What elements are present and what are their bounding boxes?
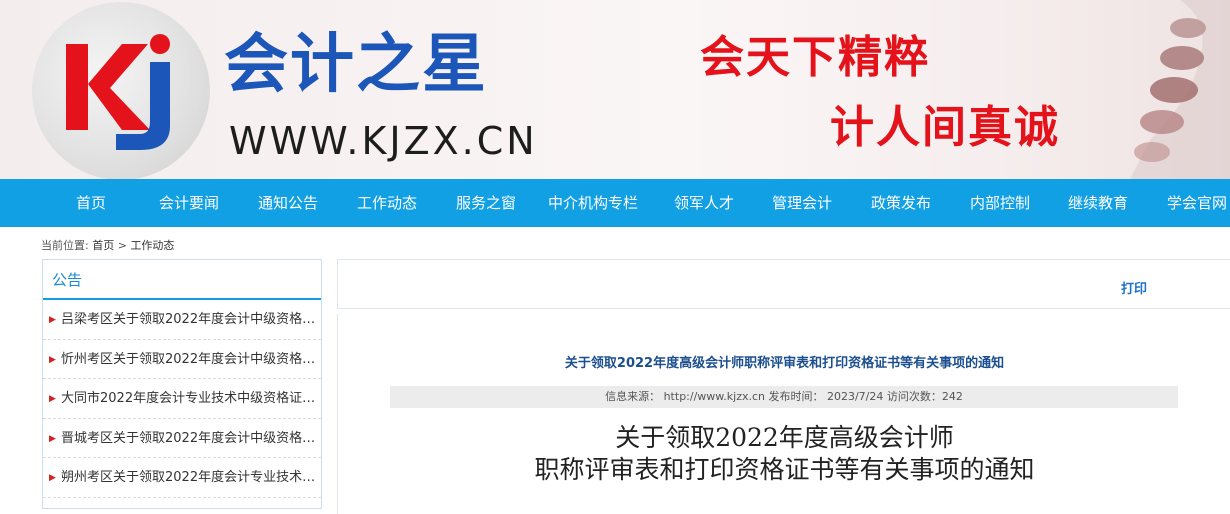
nav-item-notices[interactable]: 通知公告 — [258, 179, 318, 227]
bullet-arrow-icon: ▶ — [49, 354, 56, 365]
site-url: WWW.KJZX.CN — [229, 119, 538, 163]
breadcrumb-separator: > — [117, 239, 127, 252]
nav-item-education[interactable]: 继续教育 — [1068, 179, 1128, 227]
nav-item-control[interactable]: 内部控制 — [970, 179, 1030, 227]
abacus-decoration — [1130, 0, 1230, 179]
bullet-arrow-icon: ▶ — [49, 315, 56, 325]
article-content: 关于领取2022年度高级会计师职称评审表和打印资格证书等有关事项的通知 信息来源… — [337, 314, 1230, 514]
site-name: 会计之星 — [224, 28, 488, 102]
nav-item-society[interactable]: 学会官网 — [1167, 179, 1227, 227]
nav-item-news[interactable]: 会计要闻 — [159, 179, 219, 227]
nav-item-agencies[interactable]: 中介机构专栏 — [548, 179, 638, 227]
document-heading: 关于领取2022年度高级会计师 职称评审表和打印资格证书等有关事项的通知 — [338, 422, 1230, 486]
article-main: 打印 关于领取2022年度高级会计师职称评审表和打印资格证书等有关事项的通知 信… — [337, 259, 1230, 514]
main-nav: 首页 会计要闻 通知公告 工作动态 服务之窗 中介机构专栏 领军人才 管理会计 … — [0, 179, 1230, 227]
sidebar-title: 公告 — [43, 260, 321, 300]
breadcrumb: 当前位置: 首页 > 工作动态 — [41, 238, 174, 254]
nav-item-work[interactable]: 工作动态 — [357, 179, 417, 227]
notice-item-text: 忻州考区关于领取2022年度会计中级资格证书的通知 — [61, 351, 321, 367]
article-title: 关于领取2022年度高级会计师职称评审表和打印资格证书等有关事项的通知 — [564, 356, 1005, 371]
breadcrumb-home[interactable]: 首页 — [92, 239, 114, 252]
bullet-arrow-icon: ▶ — [49, 433, 56, 444]
kj-logo[interactable] — [56, 22, 186, 152]
print-button[interactable]: 打印 — [1121, 278, 1147, 297]
notice-sidebar: 公告 ▶ 吕梁考区关于领取2022年度会计中级资格证书的通知 ▶ 忻州考区关于领… — [42, 259, 322, 509]
article-meta: 信息来源： http://www.kjzx.cn 发布时间： 2023/7/24… — [390, 386, 1178, 408]
slogan-line-1: 会天下精粹 — [700, 32, 930, 83]
slogan-line-2: 计人间真诚 — [830, 102, 1060, 153]
notice-item[interactable]: ▶ 忻州考区关于领取2022年度会计中级资格证书的通知 — [43, 340, 321, 379]
document-heading-line-1: 关于领取2022年度高级会计师 — [615, 423, 954, 452]
nav-item-service[interactable]: 服务之窗 — [456, 179, 516, 227]
notice-item-text: 朔州考区关于领取2022年度会计专业技术中级资格证书的通知 — [61, 470, 321, 485]
breadcrumb-prefix: 当前位置: — [41, 239, 89, 252]
notice-item[interactable]: ▶ 朔州考区关于领取2022年度会计专业技术中级资格证书的通知 — [43, 458, 321, 498]
notice-item-text: 大同市2022年度会计专业技术中级资格证书领取通知 — [61, 391, 321, 406]
notice-item-text: 晋城考区关于领取2022年度会计中级资格证书的通知 — [61, 430, 321, 446]
print-toolbar: 打印 — [337, 259, 1230, 309]
notice-list: ▶ 吕梁考区关于领取2022年度会计中级资格证书的通知 ▶ 忻州考区关于领取20… — [43, 300, 321, 498]
nav-item-management[interactable]: 管理会计 — [772, 179, 832, 227]
bullet-arrow-icon: ▶ — [49, 473, 56, 483]
notice-item[interactable]: ▶ 大同市2022年度会计专业技术中级资格证书领取通知 — [43, 379, 321, 419]
notice-item[interactable]: ▶ 晋城考区关于领取2022年度会计中级资格证书的通知 — [43, 419, 321, 458]
nav-item-talent[interactable]: 领军人才 — [674, 179, 734, 227]
site-header-banner: 会计之星 WWW.KJZX.CN 会天下精粹 计人间真诚 — [0, 0, 1230, 179]
bullet-arrow-icon: ▶ — [49, 394, 56, 404]
nav-item-home[interactable]: 首页 — [76, 179, 106, 227]
nav-item-policy[interactable]: 政策发布 — [871, 179, 931, 227]
breadcrumb-current[interactable]: 工作动态 — [130, 239, 174, 252]
notice-item-text: 吕梁考区关于领取2022年度会计中级资格证书的通知 — [61, 312, 321, 327]
notice-item[interactable]: ▶ 吕梁考区关于领取2022年度会计中级资格证书的通知 — [43, 300, 321, 340]
document-heading-line-2: 职称评审表和打印资格证书等有关事项的通知 — [534, 455, 1035, 484]
